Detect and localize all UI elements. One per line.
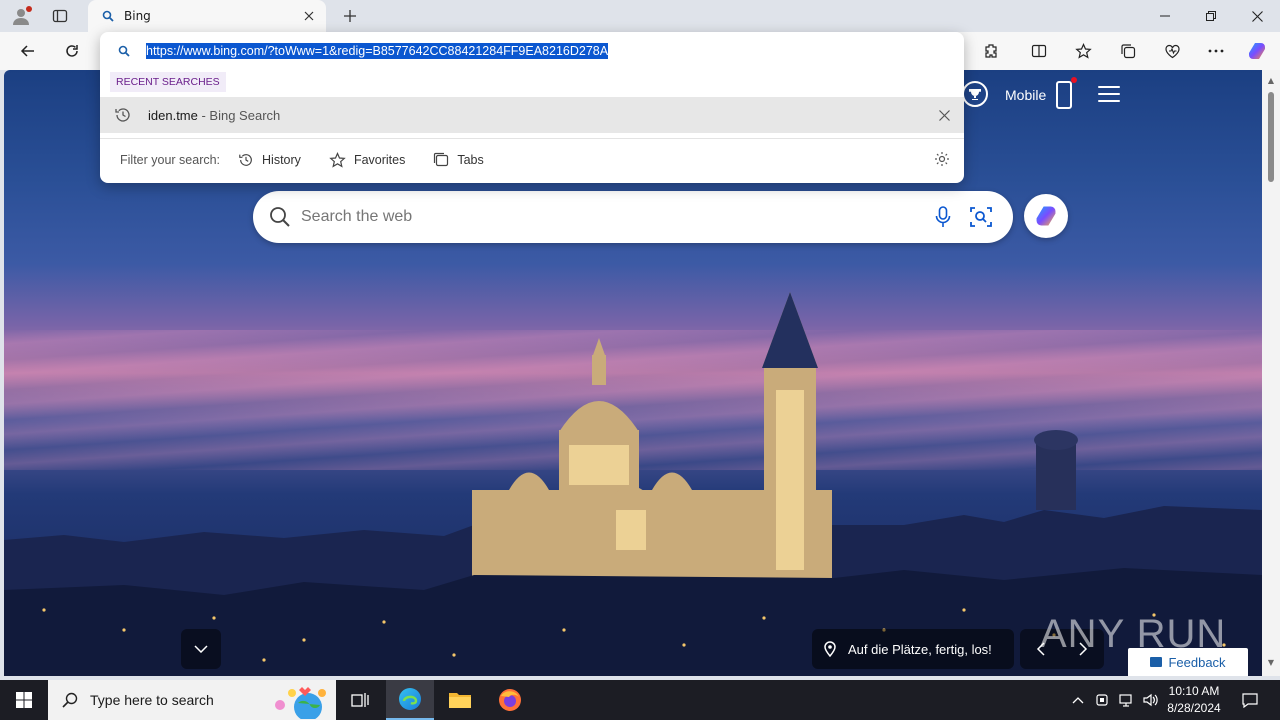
firefox-icon	[499, 689, 521, 711]
mobile-link[interactable]: Mobile	[1005, 77, 1078, 110]
back-icon[interactable]	[14, 37, 42, 65]
taskbar-file-explorer[interactable]	[436, 680, 484, 720]
profile-avatar-icon[interactable]	[8, 3, 34, 29]
image-caption[interactable]: Auf die Plätze, fertig, los!	[812, 629, 1014, 669]
filter-tabs[interactable]: Tabs	[433, 152, 484, 168]
bing-search-box[interactable]: Search the web	[253, 191, 1013, 243]
show-hidden-icons[interactable]	[1068, 680, 1088, 720]
filter-favorites[interactable]: Favorites	[329, 151, 406, 169]
filter-label: Filter your search:	[120, 153, 221, 167]
collections-icon[interactable]	[1114, 37, 1142, 65]
suggestion-text: iden.tme - Bing Search	[148, 108, 939, 123]
tab-bing[interactable]: Bing	[88, 0, 326, 32]
extensions-icon[interactable]	[977, 37, 1005, 65]
title-bar: Bing	[0, 0, 1280, 32]
suggestion-suffix: - Bing Search	[197, 107, 281, 123]
scrollbar-thumb[interactable]	[1268, 92, 1274, 182]
filter-history-label: History	[262, 153, 301, 167]
search-icon	[270, 207, 290, 227]
tray-device-icon[interactable]	[1092, 680, 1112, 720]
settings-gear-icon[interactable]	[934, 151, 950, 167]
task-view-icon	[351, 693, 369, 707]
copilot-sidebar-icon[interactable]	[1244, 38, 1270, 64]
microphone-icon[interactable]	[927, 201, 959, 233]
taskbar-firefox[interactable]	[486, 680, 534, 720]
history-clock-icon	[115, 108, 130, 122]
notification-center[interactable]	[1232, 680, 1268, 720]
copilot-icon	[1036, 206, 1056, 226]
clock-date: 8/28/2024	[1167, 701, 1221, 715]
star-icon	[329, 151, 346, 168]
browser-essentials-icon[interactable]	[1158, 37, 1186, 65]
phone-icon	[1056, 77, 1078, 109]
tab-close-icon[interactable]	[300, 7, 318, 25]
taskbar-search-placeholder: Type here to search	[90, 692, 214, 708]
dropdown-divider	[100, 138, 964, 139]
notification-icon	[1242, 693, 1258, 708]
new-tab-icon[interactable]	[338, 4, 362, 28]
suggestion-query: iden.tme	[148, 107, 198, 123]
feedback-icon	[1150, 657, 1163, 667]
feedback-label: Feedback	[1168, 654, 1226, 670]
taskbar-search-icon	[62, 692, 78, 708]
more-options-icon[interactable]	[1202, 37, 1230, 65]
visual-search-icon[interactable]	[965, 201, 997, 233]
menu-icon[interactable]	[1098, 86, 1120, 102]
folder-icon	[449, 693, 471, 708]
feedback-button[interactable]: Feedback	[1128, 648, 1248, 676]
search-filter-bar: Filter your search: History Favorites Ta…	[100, 144, 964, 176]
windows-taskbar: Type here to search 10:10 AM 8/28/2024	[0, 680, 1280, 720]
filter-history[interactable]: History	[238, 152, 301, 168]
taskbar-clock[interactable]: 10:10 AM 8/28/2024	[1166, 683, 1222, 717]
address-search-icon	[118, 45, 130, 57]
recent-searches-heading: RECENT SEARCHES	[110, 72, 226, 92]
scroll-down-button[interactable]	[181, 629, 221, 669]
history-icon	[239, 154, 252, 166]
scroll-up-icon[interactable]: ▲	[1266, 76, 1276, 86]
scroll-down-icon[interactable]: ▼	[1266, 658, 1276, 668]
mobile-label: Mobile	[1005, 87, 1047, 103]
address-bar-dropdown: https://www.bing.com/?toWww=1&redig=B857…	[100, 32, 964, 183]
address-bar[interactable]: https://www.bing.com/?toWww=1&redig=B857…	[100, 38, 964, 64]
search-highlight-earth-icon	[275, 687, 326, 719]
taskbar-search-box[interactable]: Type here to search	[48, 680, 336, 720]
tab-actions-icon[interactable]	[48, 4, 72, 28]
page-scrollbar[interactable]: ▲ ▼	[1262, 70, 1280, 676]
restore-icon[interactable]	[1188, 0, 1234, 32]
search-placeholder: Search the web	[301, 208, 413, 225]
search-favicon-icon	[100, 8, 116, 24]
windows-logo-icon	[16, 692, 32, 708]
edge-icon	[399, 688, 421, 710]
filter-tabs-label: Tabs	[457, 153, 484, 167]
remove-suggestion-icon[interactable]	[939, 109, 950, 121]
minimize-icon[interactable]	[1142, 0, 1188, 32]
filter-favorites-label: Favorites	[353, 153, 406, 167]
refresh-icon[interactable]	[58, 37, 86, 65]
clock-time: 10:10 AM	[1168, 684, 1220, 698]
volume-icon[interactable]	[1140, 680, 1162, 720]
copilot-button[interactable]	[1024, 194, 1068, 238]
start-button[interactable]	[0, 680, 48, 720]
favorites-icon[interactable]	[1069, 37, 1097, 65]
address-url-selected[interactable]: https://www.bing.com/?toWww=1&redig=B857…	[146, 43, 609, 59]
tab-title: Bing	[124, 9, 151, 23]
close-window-icon[interactable]	[1234, 0, 1280, 32]
taskbar-edge[interactable]	[386, 680, 434, 720]
tabs-icon	[434, 152, 449, 167]
chevron-up-icon	[1072, 697, 1084, 704]
task-view-button[interactable]	[340, 680, 380, 720]
suggestion-row[interactable]: iden.tme - Bing Search	[100, 97, 964, 133]
location-pin-icon	[824, 641, 836, 657]
rewards-trophy-icon[interactable]	[962, 81, 988, 107]
split-screen-icon[interactable]	[1025, 37, 1053, 65]
caption-text: Auf die Plätze, fertig, los!	[848, 641, 992, 657]
network-icon[interactable]	[1116, 680, 1138, 720]
profile-notification-dot	[26, 6, 32, 12]
